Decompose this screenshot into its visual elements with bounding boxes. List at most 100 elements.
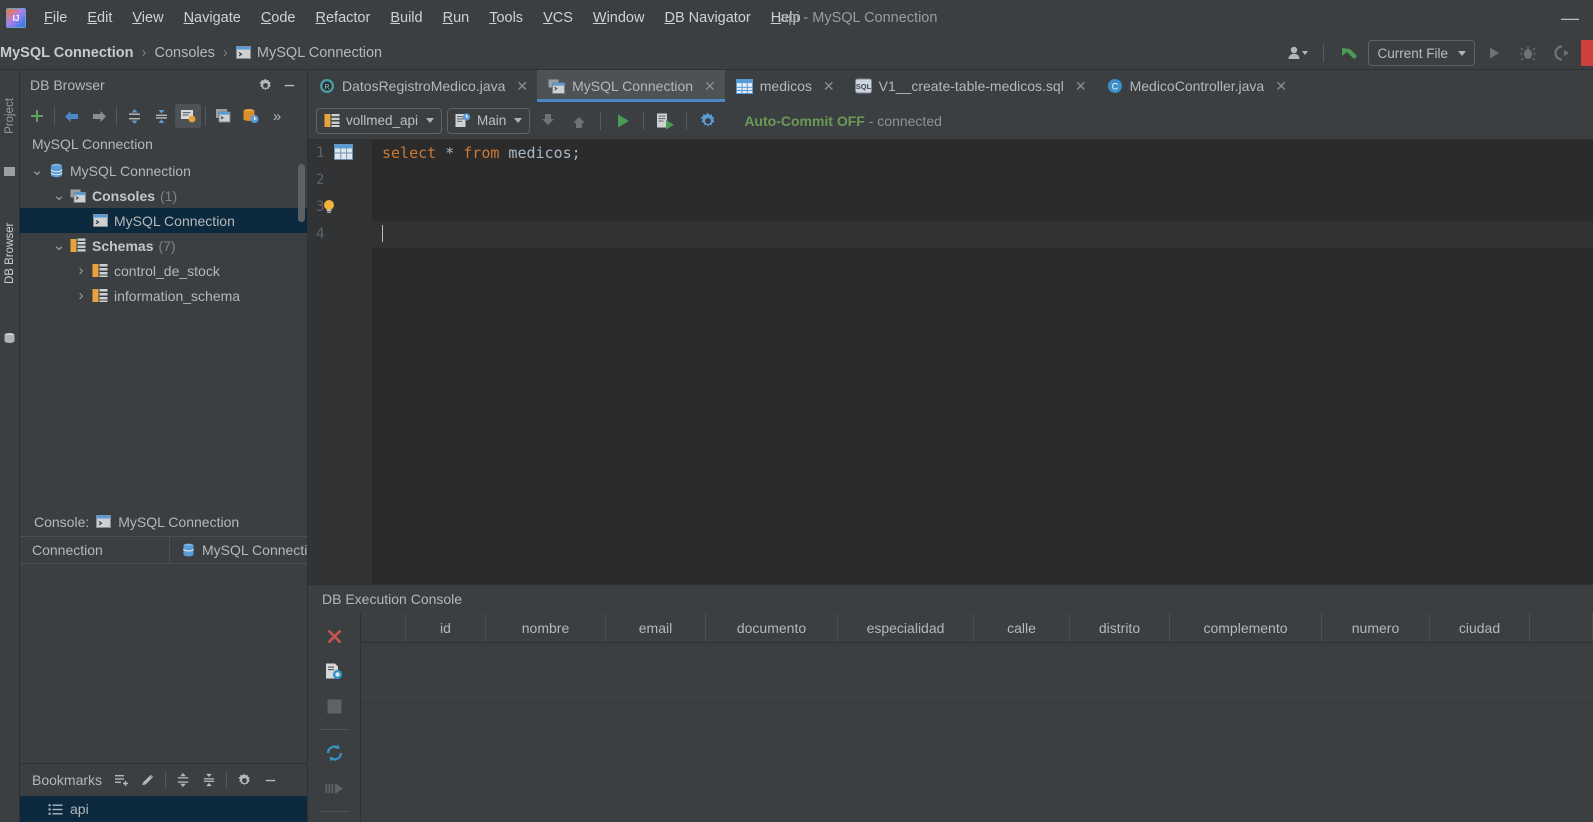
chevron-down-icon[interactable]: ⌄ xyxy=(50,188,68,203)
debug-icon[interactable] xyxy=(1513,40,1543,66)
editor-gutter[interactable]: 1 2 3 4 xyxy=(308,140,372,584)
chevron-right-icon[interactable]: › xyxy=(72,262,90,279)
menu-db-navigator[interactable]: DB Navigator xyxy=(654,6,760,30)
execute-statement-icon[interactable] xyxy=(609,109,635,133)
inspect-query-icon[interactable] xyxy=(319,656,349,686)
collapse-all-icon[interactable] xyxy=(148,104,174,128)
close-tab-icon[interactable]: ✕ xyxy=(1075,78,1087,95)
chevron-down-icon[interactable]: ⌄ xyxy=(28,163,46,178)
tree-node-control-de-stock[interactable]: › control_de_stock xyxy=(20,258,307,283)
gear-icon[interactable] xyxy=(232,769,256,791)
chevron-right-icon[interactable]: › xyxy=(72,287,90,304)
tree-scrollbar[interactable] xyxy=(298,164,305,222)
menu-file[interactable]: File xyxy=(34,6,77,30)
tree-node-consoles[interactable]: ⌄ Consoles (1) xyxy=(20,183,307,208)
commit-icon[interactable] xyxy=(535,109,561,133)
result-column-header-especialidad[interactable]: especialidad xyxy=(838,613,974,642)
editor-tab-datosregistromedico-java[interactable]: R DatosRegistroMedico.java ✕ xyxy=(308,70,537,102)
tree-node-mysql-connection[interactable]: ⌄ MySQL Connection xyxy=(20,158,307,183)
menu-refactor[interactable]: Refactor xyxy=(306,6,381,30)
menu-tools[interactable]: Tools xyxy=(479,6,533,30)
code-line[interactable] xyxy=(372,221,1593,248)
code-line[interactable] xyxy=(372,167,1593,194)
menu-navigate[interactable]: Navigate xyxy=(174,6,251,30)
menu-window[interactable]: Window xyxy=(583,6,655,30)
code-line[interactable]: select * from medicos; xyxy=(372,140,1593,167)
stop-icon[interactable] xyxy=(1581,40,1593,66)
result-column-header-email[interactable]: email xyxy=(606,613,706,642)
menu-edit[interactable]: Edit xyxy=(77,6,122,30)
result-column-header-id[interactable]: id xyxy=(406,613,486,642)
breadcrumb-item-consoles[interactable]: Consoles xyxy=(154,45,214,61)
execute-script-icon[interactable] xyxy=(652,109,678,133)
editor-tab-v1-create-table-medicos-sql[interactable]: SQL V1__create-table-medicos.sql ✕ xyxy=(844,70,1096,102)
expand-all-icon[interactable] xyxy=(171,769,195,791)
collapse-all-icon[interactable] xyxy=(197,769,221,791)
result-column-header-distrito[interactable]: distrito xyxy=(1070,613,1170,642)
edit-bookmark-icon[interactable] xyxy=(136,769,160,791)
result-grid-body[interactable] xyxy=(361,643,1593,822)
more-options-icon[interactable]: » xyxy=(264,104,290,128)
menu-vcs[interactable]: VCS xyxy=(533,6,583,30)
result-column-header-ciudad[interactable]: ciudad xyxy=(1430,613,1530,642)
session-selector[interactable]: Main xyxy=(447,107,531,134)
user-account-icon[interactable] xyxy=(1283,40,1313,66)
result-column-header-calle[interactable]: calle xyxy=(974,613,1070,642)
close-icon[interactable] xyxy=(319,621,349,651)
editor-tab-mysql-connection[interactable]: MySQL Connection ✕ xyxy=(537,70,725,102)
close-tab-icon[interactable]: ✕ xyxy=(704,78,716,95)
result-column-header-documento[interactable]: documento xyxy=(706,613,838,642)
close-tab-icon[interactable]: ✕ xyxy=(1275,78,1287,95)
session-browser-icon[interactable] xyxy=(237,104,263,128)
stop-icon[interactable] xyxy=(319,691,349,721)
bookmark-item-api[interactable]: api xyxy=(20,796,307,822)
schema-selector[interactable]: vollmed_api xyxy=(316,107,443,134)
editor-tab-medicos[interactable]: medicos ✕ xyxy=(725,70,844,102)
run-with-coverage-icon[interactable] xyxy=(1547,40,1577,66)
navigate-back-icon[interactable] xyxy=(59,104,85,128)
result-column-header-nombre[interactable]: nombre xyxy=(486,613,606,642)
run-icon[interactable] xyxy=(1479,40,1509,66)
resume-icon[interactable] xyxy=(319,773,349,803)
show-object-properties-icon[interactable] xyxy=(175,104,201,128)
add-bookmark-icon[interactable] xyxy=(110,769,134,791)
breadcrumb-item-connection[interactable]: MySQL Connection xyxy=(0,45,133,61)
gear-icon[interactable] xyxy=(695,109,721,133)
minimize-button[interactable]: — xyxy=(1561,0,1579,36)
property-value-cell[interactable]: MySQL Connecti… xyxy=(170,537,307,563)
tree-node-mysql-connection[interactable]: MySQL Connection xyxy=(20,208,307,233)
tree-node-schemas[interactable]: ⌄ Schemas (7) xyxy=(20,233,307,258)
breadcrumb-item-console[interactable]: MySQL Connection xyxy=(235,45,382,61)
result-grid-row-header[interactable] xyxy=(361,613,406,642)
result-column-header-numero[interactable]: numero xyxy=(1322,613,1430,642)
minimize-icon[interactable] xyxy=(277,74,301,96)
minimize-icon[interactable] xyxy=(258,769,282,791)
gear-icon[interactable] xyxy=(253,74,277,96)
menu-build[interactable]: Build xyxy=(380,6,432,30)
menu-view[interactable]: View xyxy=(122,6,173,30)
editor-tab-medicocontroller-java[interactable]: C MedicoController.java ✕ xyxy=(1096,70,1296,102)
close-tab-icon[interactable]: ✕ xyxy=(516,78,528,95)
navigate-forward-icon[interactable] xyxy=(86,104,112,128)
rerun-icon[interactable] xyxy=(319,738,349,768)
vcs-update-arrow-icon[interactable] xyxy=(1334,40,1364,66)
rollback-icon[interactable] xyxy=(566,109,592,133)
menu-run[interactable]: Run xyxy=(433,6,480,30)
menu-code[interactable]: Code xyxy=(251,6,306,30)
chevron-down-icon[interactable]: ⌄ xyxy=(50,238,68,253)
tool-window-button-project[interactable]: Project xyxy=(4,88,16,144)
result-column-header-complemento[interactable]: complemento xyxy=(1170,613,1322,642)
tool-window-button-db-browser[interactable]: DB Browser xyxy=(4,223,16,284)
expand-all-icon[interactable] xyxy=(121,104,147,128)
db-object-tree[interactable]: ⌄ MySQL Connection ⌄ Consoles (1) MySQL Conne… xyxy=(20,158,307,508)
code-content[interactable]: select * from medicos; xyxy=(372,140,1593,584)
close-tab-icon[interactable]: ✕ xyxy=(823,78,835,95)
tree-node-information-schema[interactable]: › information_schema xyxy=(20,283,307,308)
result-grid[interactable]: id nombre email documento especialidad calle d… xyxy=(361,613,1593,822)
code-line[interactable] xyxy=(372,194,1593,221)
new-connection-icon[interactable] xyxy=(24,104,50,128)
open-sql-console-icon[interactable] xyxy=(210,104,236,128)
sql-editor[interactable]: 1 2 3 4 select * from medicos; xyxy=(308,139,1593,584)
run-configuration-selector[interactable]: Current File xyxy=(1368,40,1475,66)
console-selector-row[interactable]: Console: MySQL Connection xyxy=(20,508,307,536)
